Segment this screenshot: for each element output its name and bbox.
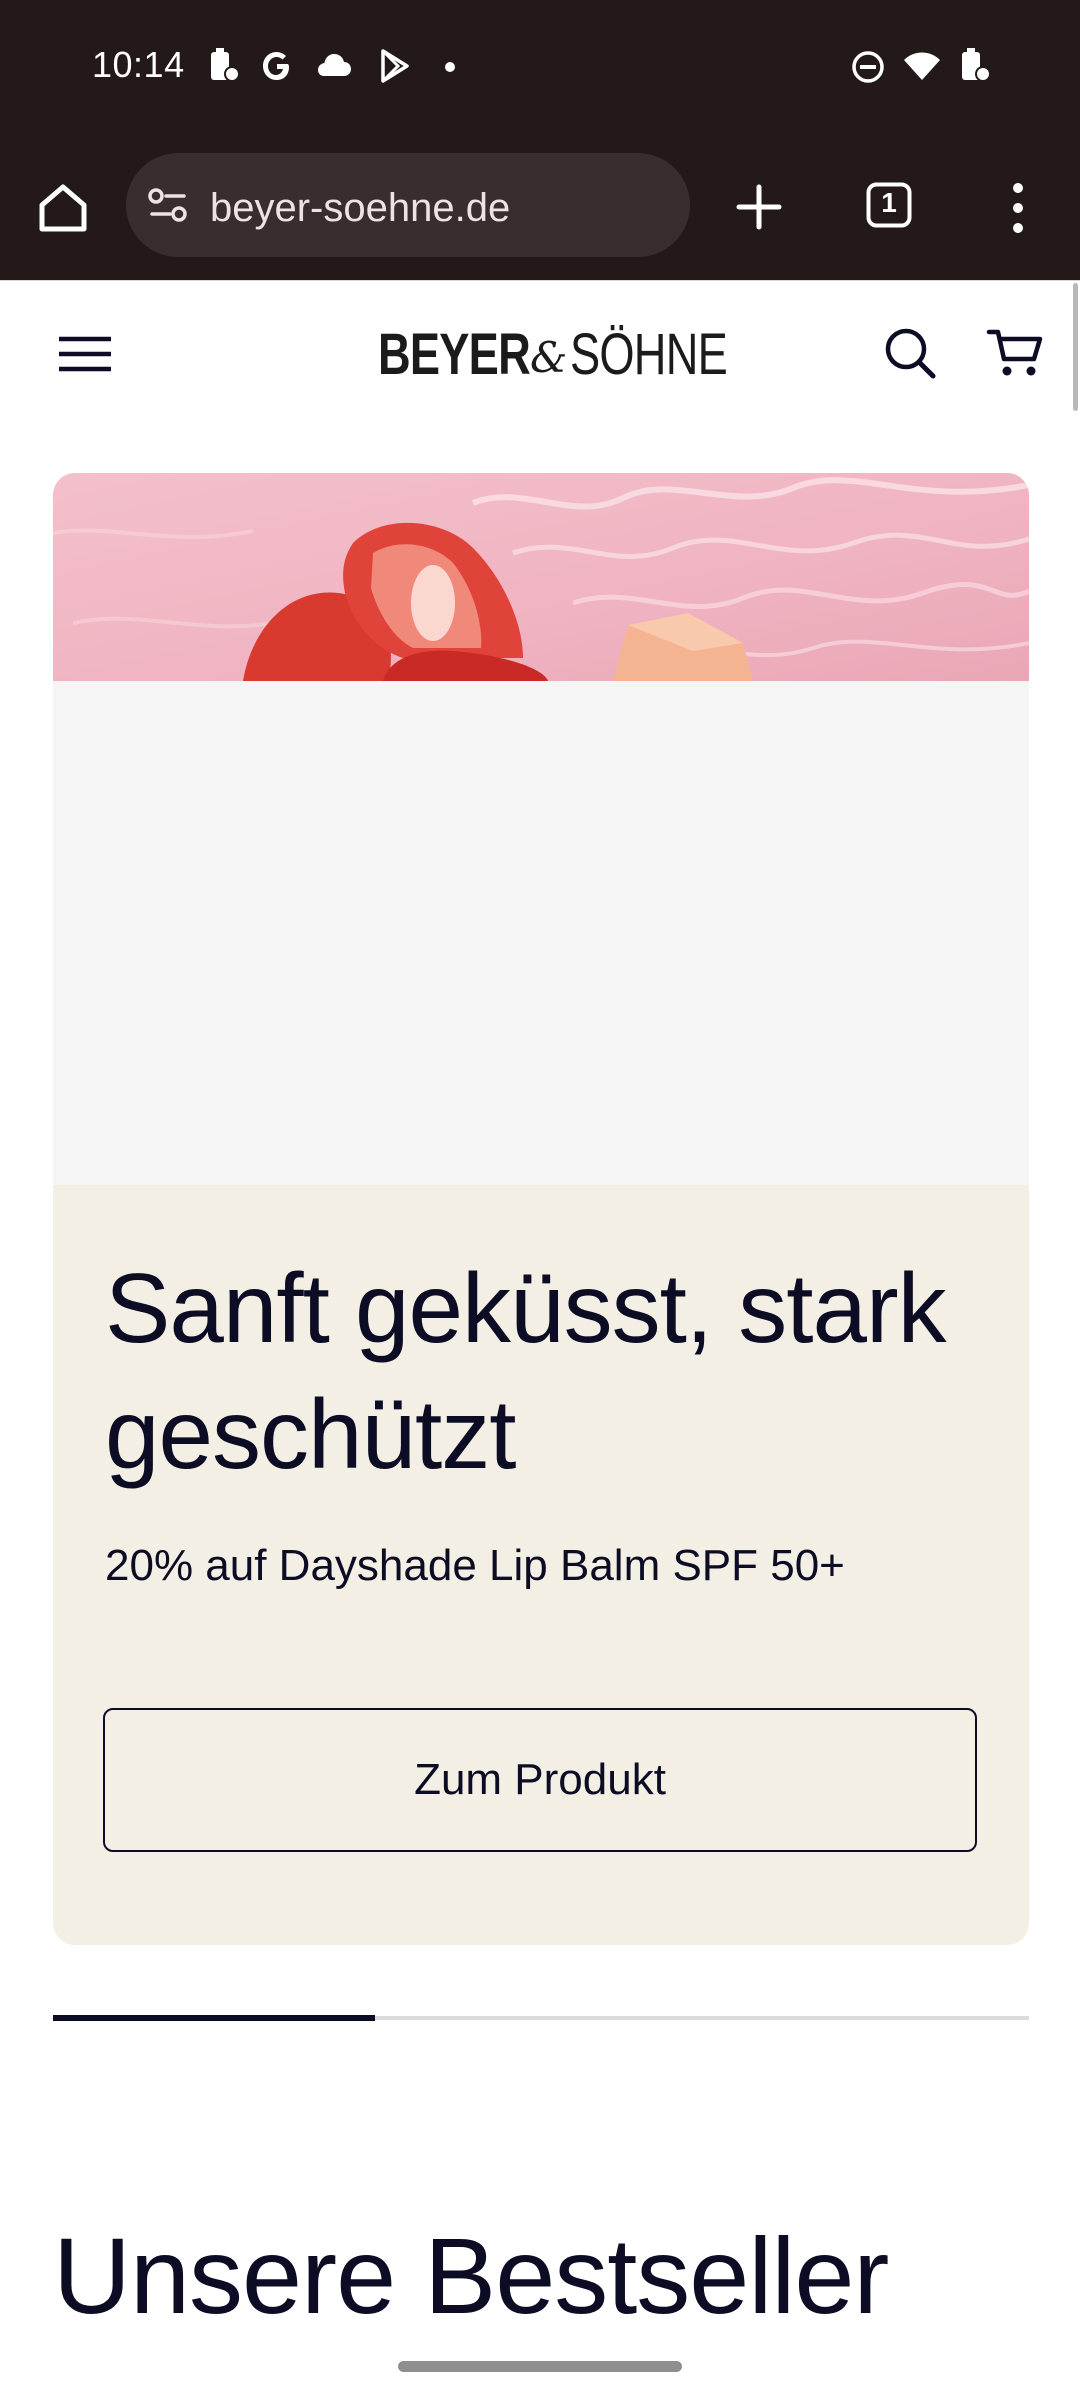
status-time: 10:14 xyxy=(92,44,185,85)
address-bar[interactable]: beyer-soehne.de xyxy=(126,153,690,257)
slider-progress-indicator xyxy=(53,2015,376,2021)
browser-toolbar: beyer-soehne.de 1 xyxy=(0,135,1080,281)
do-not-disturb-icon xyxy=(852,51,884,83)
logo-ampersand: & xyxy=(530,333,568,382)
new-tab-icon[interactable] xyxy=(735,183,783,231)
hero-subtitle: 20% auf Dayshade Lip Balm SPF 50+ xyxy=(105,1541,845,1590)
tab-count: 1 xyxy=(881,187,897,218)
battery-saver-icon xyxy=(211,48,240,82)
search-icon[interactable] xyxy=(882,325,938,381)
more-menu-icon[interactable] xyxy=(1003,179,1033,237)
logo-beyer: BEYER xyxy=(378,322,531,387)
cart-icon[interactable] xyxy=(986,325,1044,381)
hero-banner[interactable]: Sanft geküsst, stark geschützt 20% auf D… xyxy=(53,473,1029,1945)
status-bar: 10:14 xyxy=(0,0,1080,135)
site-header: BEYER & SÖHNE xyxy=(0,281,1080,431)
site-settings-icon[interactable] xyxy=(146,185,190,225)
battery-icon xyxy=(962,48,991,82)
url-text: beyer-soehne.de xyxy=(210,186,511,230)
play-store-icon xyxy=(381,49,409,83)
hero-image-placeholder xyxy=(53,681,1029,1185)
hero-content: Sanft geküsst, stark geschützt 20% auf D… xyxy=(53,1185,1029,1945)
product-button[interactable]: Zum Produkt xyxy=(103,1708,977,1852)
hero-image-strawberries xyxy=(53,473,1029,681)
page-scrollbar[interactable] xyxy=(1073,283,1078,411)
google-icon xyxy=(263,52,289,80)
logo-sohne: SÖHNE xyxy=(570,322,728,387)
slider-progress-track[interactable] xyxy=(53,2015,1029,2021)
tab-switcher-icon[interactable]: 1 xyxy=(866,182,912,228)
home-icon[interactable] xyxy=(34,179,92,237)
hero-title: Sanft geküsst, stark geschützt xyxy=(105,1253,947,1489)
site-logo[interactable]: BEYER & SÖHNE xyxy=(378,321,728,395)
gesture-navigation-bar[interactable] xyxy=(398,2361,682,2372)
hamburger-menu-icon[interactable] xyxy=(57,335,113,375)
dot-icon xyxy=(445,62,455,72)
bestsellers-heading: Unsere Bestseller xyxy=(53,2215,889,2336)
cloud-icon xyxy=(318,54,351,76)
wifi-icon xyxy=(904,52,940,80)
